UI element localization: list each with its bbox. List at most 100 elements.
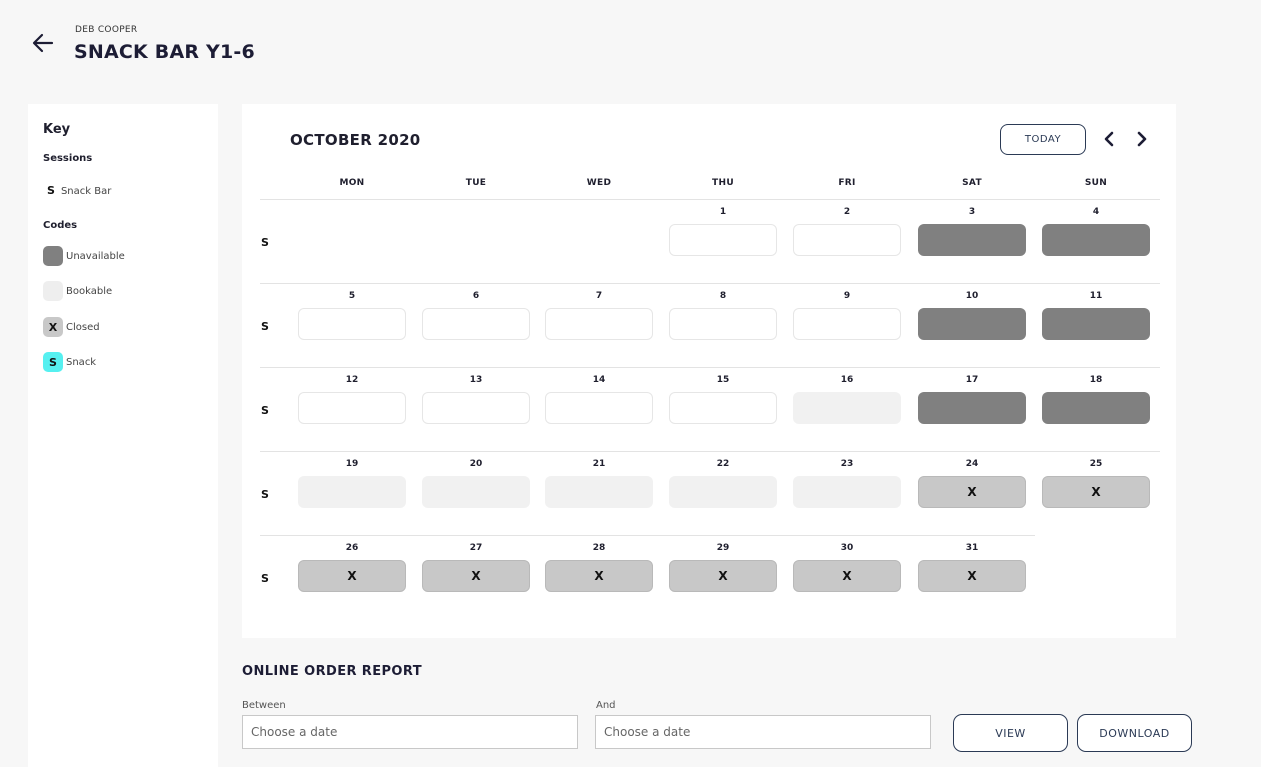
day-cell-bookable[interactable]	[669, 308, 777, 340]
download-button[interactable]: DOWNLOAD	[1077, 714, 1192, 752]
weekday-header: FRI	[838, 178, 856, 188]
day-number: 1	[719, 207, 727, 217]
day-cell-unavailable[interactable]	[918, 308, 1026, 340]
day-cell-past[interactable]	[545, 476, 653, 508]
weekday-header: WED	[586, 178, 612, 188]
day-cell-unavailable[interactable]	[1042, 224, 1150, 256]
day-number: 24	[965, 459, 979, 469]
session-letter: S	[47, 184, 55, 197]
day-number: 7	[595, 291, 603, 301]
and-date-input[interactable]	[595, 715, 931, 749]
day-cell-unavailable[interactable]	[1042, 308, 1150, 340]
and-label: And	[596, 700, 616, 711]
day-number: 13	[469, 375, 483, 385]
day-cell-past[interactable]	[793, 392, 901, 424]
week-divider	[260, 367, 1160, 368]
day-number: 3	[968, 207, 976, 217]
day-number: 21	[592, 459, 606, 469]
session-row-label: S	[261, 404, 269, 417]
day-cell-bookable[interactable]	[545, 308, 653, 340]
day-number: 25	[1089, 459, 1103, 469]
weekday-header: SAT	[962, 178, 982, 188]
session-row-label: S	[261, 572, 269, 585]
day-cell-past[interactable]	[422, 476, 530, 508]
month-title: OCTOBER 2020	[290, 131, 421, 149]
day-number: 15	[716, 375, 730, 385]
day-number: 12	[345, 375, 359, 385]
day-cell-unavailable[interactable]	[1042, 392, 1150, 424]
code-bookable: Bookable	[43, 281, 112, 301]
day-cell-bookable[interactable]	[669, 392, 777, 424]
day-number: 26	[345, 543, 359, 553]
day-cell-bookable[interactable]	[793, 224, 901, 256]
between-date-input[interactable]	[242, 715, 578, 749]
view-button[interactable]: VIEW	[953, 714, 1068, 752]
day-number: 23	[840, 459, 854, 469]
user-name: DEB COOPER	[75, 25, 138, 35]
day-cell-past[interactable]	[793, 476, 901, 508]
day-number: 4	[1092, 207, 1100, 217]
day-cell-bookable[interactable]	[669, 224, 777, 256]
weekday-header: MON	[339, 178, 365, 188]
day-cell-bookable[interactable]	[422, 308, 530, 340]
day-cell-closed[interactable]: X	[1042, 476, 1150, 508]
closed-swatch: X	[43, 317, 63, 337]
day-cell-bookable[interactable]	[298, 392, 406, 424]
day-cell-bookable[interactable]	[545, 392, 653, 424]
report-title: ONLINE ORDER REPORT	[242, 664, 422, 679]
day-number: 30	[840, 543, 854, 553]
day-cell-closed[interactable]: X	[422, 560, 530, 592]
day-number: 27	[469, 543, 483, 553]
day-number: 2	[843, 207, 851, 217]
today-button[interactable]: TODAY	[1000, 124, 1086, 155]
day-cell-closed[interactable]: X	[545, 560, 653, 592]
session-snack-bar: S Snack Bar	[47, 184, 111, 197]
day-number: 22	[716, 459, 730, 469]
code-closed: X Closed	[43, 317, 100, 337]
code-label: Bookable	[66, 285, 113, 297]
chevron-left-icon[interactable]	[1099, 129, 1119, 149]
session-row-label: S	[261, 236, 269, 249]
day-cell-past[interactable]	[669, 476, 777, 508]
day-cell-closed[interactable]: X	[669, 560, 777, 592]
unavailable-swatch	[43, 246, 63, 266]
chevron-right-icon[interactable]	[1132, 129, 1152, 149]
weekday-header: SUN	[1084, 178, 1108, 188]
week-divider	[260, 283, 1160, 284]
session-row-label: S	[261, 488, 269, 501]
day-cell-unavailable[interactable]	[918, 392, 1026, 424]
day-cell-closed[interactable]: X	[298, 560, 406, 592]
day-number: 11	[1089, 291, 1103, 301]
week-divider	[260, 199, 1160, 200]
calendar-panel: OCTOBER 2020 TODAY MON TUE WED THU FRI SAT SUN…	[242, 104, 1176, 638]
weekday-header: TUE	[465, 178, 487, 188]
day-cell-unavailable[interactable]	[918, 224, 1026, 256]
session-name: Snack Bar	[60, 186, 112, 197]
code-label: Unavailable	[66, 250, 125, 262]
day-cell-closed[interactable]: X	[918, 476, 1026, 508]
day-number: 14	[592, 375, 606, 385]
weekday-header: THU	[712, 178, 734, 188]
day-number: 10	[965, 291, 979, 301]
day-number: 5	[348, 291, 356, 301]
bookable-swatch	[43, 281, 63, 301]
day-cell-past[interactable]	[298, 476, 406, 508]
day-number: 18	[1089, 375, 1103, 385]
day-cell-bookable[interactable]	[793, 308, 901, 340]
day-number: 28	[592, 543, 606, 553]
day-cell-closed[interactable]: X	[793, 560, 901, 592]
page-title: SNACK BAR Y1-6	[74, 41, 255, 63]
code-label: Closed	[66, 321, 100, 333]
key-sidebar: Key Sessions S Snack Bar Codes Unavailabl…	[28, 104, 218, 767]
codes-heading: Codes	[43, 220, 78, 231]
day-cell-bookable[interactable]	[422, 392, 530, 424]
day-number: 17	[965, 375, 979, 385]
day-cell-bookable[interactable]	[298, 308, 406, 340]
page-header: DEB COOPER SNACK BAR Y1-6	[22, 22, 1258, 76]
day-number: 20	[469, 459, 483, 469]
key-title: Key	[43, 122, 71, 137]
sessions-heading: Sessions	[43, 153, 93, 164]
day-number: 9	[843, 291, 851, 301]
day-cell-closed[interactable]: X	[918, 560, 1026, 592]
back-arrow-icon[interactable]	[32, 32, 54, 54]
